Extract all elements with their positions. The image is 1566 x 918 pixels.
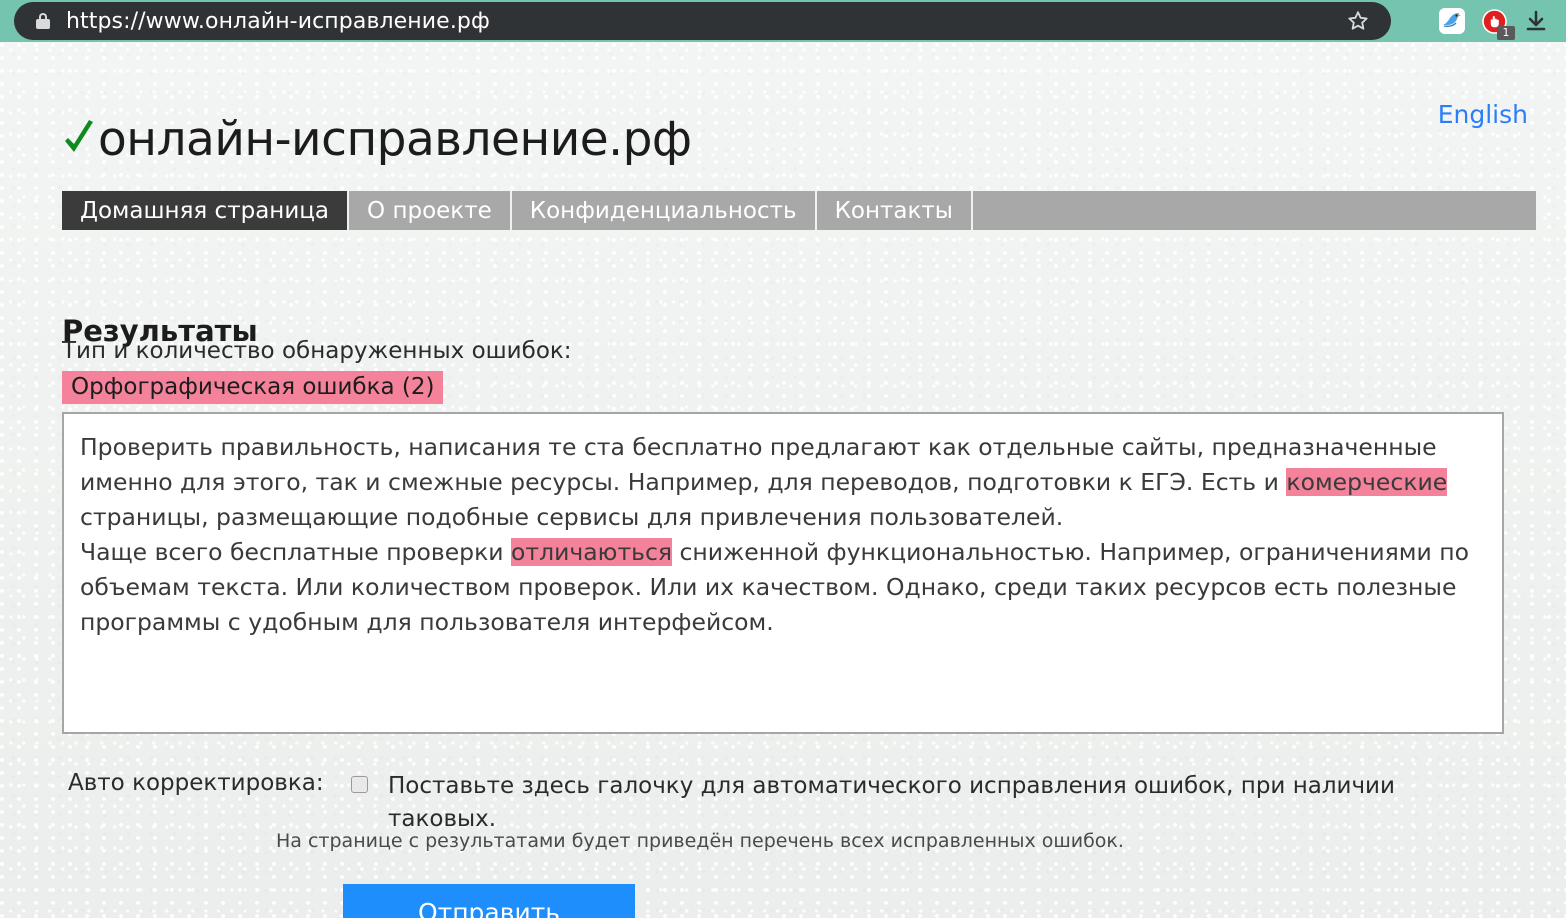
site-logo[interactable]: онлайн-исправление.рф	[62, 108, 692, 170]
green-check-icon	[65, 120, 93, 152]
error-type-badge: Орфографическая ошибка (2)	[62, 371, 444, 404]
bookmark-star-icon[interactable]	[1346, 9, 1370, 33]
extension-icon-group: 1	[1438, 0, 1558, 42]
browser-toolbar: https://www.онлайн-исправление.рф 1	[0, 0, 1566, 42]
adblock-badge-count: 1	[1497, 26, 1515, 40]
nav-item-about[interactable]: О проекте	[349, 191, 512, 230]
nav-item-home[interactable]: Домашняя страница	[62, 191, 350, 230]
results-subtitle: Тип и количество обнаруженных ошибок:	[62, 338, 572, 364]
paragraph1-part2: страницы, размещающие подобные сервисы д…	[80, 503, 1064, 531]
language-switch-link[interactable]: English	[1438, 100, 1528, 129]
main-navigation: Домашняя страница О проекте Конфиденциал…	[62, 191, 1536, 230]
autocorrect-label: Авто корректировка:	[68, 770, 324, 796]
page-body: English онлайн-исправление.рф Домашняя с…	[0, 42, 1566, 918]
autocorrect-description: Поставьте здесь галочку для автоматическ…	[388, 773, 1395, 832]
submit-button[interactable]: Отправить	[343, 884, 635, 918]
autocorrect-hint: На странице с результатами будет приведё…	[276, 830, 1124, 852]
site-logo-text: онлайн-исправление.рф	[98, 111, 692, 167]
nav-item-contacts[interactable]: Контакты	[816, 191, 973, 230]
paragraph2-part1: Чаще всего бесплатные проверки	[80, 538, 512, 566]
autocorrect-checkbox[interactable]	[351, 776, 368, 793]
address-bar[interactable]: https://www.онлайн-исправление.рф	[14, 2, 1391, 40]
checked-text-area[interactable]: Проверить правильность, написания те ста…	[62, 412, 1504, 734]
bird-extension-icon[interactable]	[1438, 7, 1466, 35]
spelling-error-highlight-1: комерческие	[1286, 468, 1448, 496]
text-paragraph-2: Чаще всего бесплатные проверки отличають…	[80, 535, 1484, 640]
url-text: https://www.онлайн-исправление.рф	[66, 8, 490, 34]
paragraph1-part1: Проверить правильность, написания те ста…	[80, 433, 1437, 496]
lock-icon	[36, 13, 50, 29]
spelling-error-highlight-2: отличаються	[511, 538, 673, 566]
adblock-stop-hand-icon[interactable]: 1	[1480, 7, 1515, 40]
text-paragraph-1: Проверить правильность, написания те ста…	[80, 430, 1484, 535]
nav-item-privacy[interactable]: Конфиденциальность	[511, 191, 817, 230]
nav-filler	[972, 191, 1536, 230]
download-arrow-icon[interactable]	[1522, 7, 1550, 35]
